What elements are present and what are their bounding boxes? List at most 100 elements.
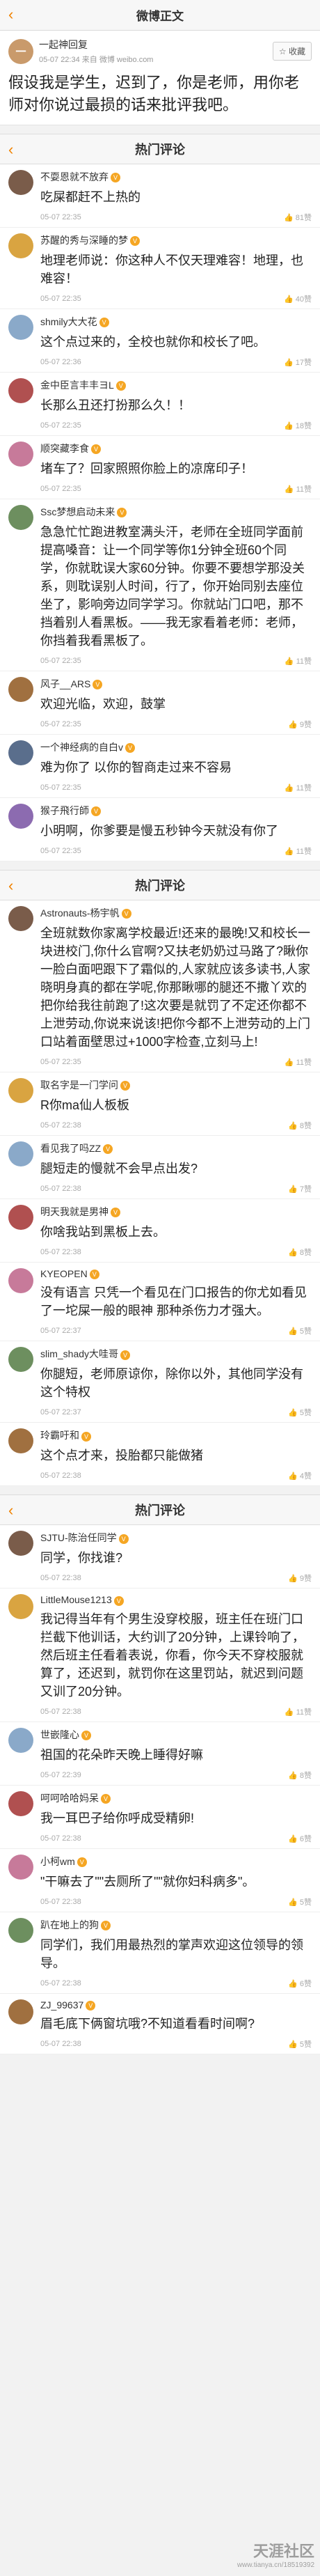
post-author[interactable]: 一起神回复 (39, 38, 273, 52)
avatar[interactable] (8, 233, 33, 258)
comment-item[interactable]: shmily大大花 V 这个点过来的，全校也就你和校长了吧。 05-07 22:36 👍… (0, 309, 320, 373)
comment-item[interactable]: Astronauts-杨宇帆 V 全班就数你家离学校最近!还来的最晚!又和校长一块进… (0, 900, 320, 1072)
avatar[interactable] (8, 1594, 33, 1620)
like-button[interactable]: 👍 40赞 (284, 293, 312, 304)
like-button[interactable]: 👍 11赞 (285, 782, 312, 793)
comment-author[interactable]: 明天我就是男神 V (40, 1205, 312, 1219)
like-button[interactable]: 👍 11赞 (285, 1056, 312, 1068)
avatar[interactable] (8, 1347, 33, 1373)
comment-item[interactable]: ZJ_99637 V 眉毛底下俩窗坑哦?不知道看看时间啊? 05-07 22:38 👍 5… (0, 1993, 320, 2054)
like-button[interactable]: 👍 17赞 (284, 357, 312, 368)
like-button[interactable]: 👍 8赞 (288, 1247, 312, 1258)
chevron-left-icon[interactable]: ‹ (8, 7, 25, 24)
avatar[interactable] (8, 378, 33, 403)
like-button[interactable]: 👍 4赞 (288, 1470, 312, 1481)
chevron-left-icon[interactable]: ‹ (8, 877, 13, 895)
comment-item[interactable]: 不耍恩就不放弃 V 吃屎都赶不上热的 05-07 22:35 👍 81赞 (0, 164, 320, 228)
comment-item[interactable]: 苏醒的秀与深睡的梦 V 地理老师说：你这种人不仅天理难容！地理，也难容！ 05-07 … (0, 228, 320, 309)
avatar[interactable] (8, 442, 33, 467)
like-button[interactable]: 👍 5赞 (288, 1325, 312, 1336)
comment-item[interactable]: 顺突藏李食 V 堵车了？回家照照你脸上的凉席印子！ 05-07 22:35 👍 11赞 (0, 436, 320, 499)
comment-item[interactable]: 取名字是一门学问 V R你ma仙人板板 05-07 22:38 👍 8赞 (0, 1072, 320, 1136)
comment-item[interactable]: KYEOPEN V 没有语言 只凭一个看见在门口报告的你尤如看见了一坨屎一般的眼神 … (0, 1263, 320, 1342)
like-button[interactable]: 👍 18赞 (284, 420, 312, 431)
comment-item[interactable]: 风子__ARS V 欢迎光临，欢迎，鼓掌 05-07 22:35 👍 9赞 (0, 671, 320, 735)
comment-item[interactable]: 金中臣言丰丰ヨL V 长那么丑还打扮那么久！！ 05-07 22:35 👍 18赞 (0, 373, 320, 436)
avatar[interactable] (8, 1790, 33, 1816)
chevron-left-icon[interactable]: ‹ (8, 1501, 13, 1520)
like-button[interactable]: 👍 5赞 (288, 2038, 312, 2050)
avatar[interactable] (8, 1854, 33, 1880)
comment-author[interactable]: 趴在地上的狗 V (40, 1918, 312, 1932)
avatar[interactable]: 一 (8, 38, 33, 64)
like-button[interactable]: 👍 7赞 (288, 1183, 312, 1194)
avatar[interactable] (8, 315, 33, 340)
avatar[interactable] (8, 906, 33, 931)
comment-item[interactable]: 玲霸吁和 V 这个点才来，投胎都只能做猪 05-07 22:38 👍 4赞 (0, 1423, 320, 1487)
avatar[interactable] (8, 1268, 33, 1293)
avatar[interactable] (8, 505, 33, 530)
comment-author[interactable]: 取名字是一门学问 V (40, 1078, 312, 1092)
like-button[interactable]: 👍 11赞 (285, 845, 312, 857)
like-button[interactable]: 👍 9赞 (288, 719, 312, 730)
avatar[interactable] (8, 804, 33, 829)
comment-item[interactable]: Ssc梦想启动未来 V 急急忙忙跑进教室满头汗，老师在全班同学面前提高嗓音：让一个同… (0, 499, 320, 671)
comment-author[interactable]: shmily大大花 V (40, 315, 312, 329)
like-button[interactable]: 👍 9赞 (288, 1572, 312, 1584)
comment-author[interactable]: 不耍恩就不放弃 V (40, 170, 312, 184)
avatar[interactable] (8, 1428, 33, 1454)
avatar[interactable] (8, 170, 33, 195)
comment-item[interactable]: 看见我了吗ZZ V 腿短走的慢就不会早点出发? 05-07 22:38 👍 7赞 (0, 1136, 320, 1199)
comment-author[interactable]: Ssc梦想启动未来 V (40, 505, 312, 519)
comment-author[interactable]: 风子__ARS V (40, 677, 312, 691)
comment-author[interactable]: 猴子飛行師 V (40, 804, 312, 818)
comment-item[interactable]: 趴在地上的狗 V 同学们，我们用最热烈的掌声欢迎这位领导的领导。 05-07 22:3… (0, 1912, 320, 1994)
comment-author[interactable]: 呵呵哈哈妈呆 V (40, 1791, 312, 1805)
comment-item[interactable]: SJTU-陈治任同学 V 同学，你找谁? 05-07 22:38 👍 9赞 (0, 1525, 320, 1589)
avatar[interactable] (8, 677, 33, 702)
avatar[interactable] (8, 1141, 33, 1166)
like-button[interactable]: 👍 11赞 (285, 483, 312, 494)
chevron-left-icon[interactable]: ‹ (8, 141, 13, 159)
comment-item[interactable]: 明天我就是男神 V 你啥我站到黑板上去。 05-07 22:38 👍 8赞 (0, 1199, 320, 1263)
like-button[interactable]: 👍 8赞 (288, 1120, 312, 1131)
comment-author[interactable]: 顺突藏李食 V (40, 442, 312, 455)
comment-author[interactable]: ZJ_99637 V (40, 1999, 312, 2011)
favorite-button[interactable]: ☆ 收藏 (272, 42, 312, 61)
comment-item[interactable]: 一个神经病的自白v V 难为你了 以你的智商走过来不容易 05-07 22:35 👍 11… (0, 735, 320, 798)
comment-author[interactable]: 看见我了吗ZZ V (40, 1141, 312, 1155)
comment-author[interactable]: 一个神经病的自白v V (40, 740, 312, 754)
comment-author[interactable]: SJTU-陈治任同学 V (40, 1531, 312, 1545)
comment-author[interactable]: slim_shady大哇哥 V (40, 1347, 312, 1361)
like-button[interactable]: 👍 81赞 (284, 212, 312, 223)
comment-author[interactable]: Astronauts-杨宇帆 V (40, 906, 312, 920)
like-button[interactable]: 👍 5赞 (288, 1407, 312, 1418)
avatar[interactable] (8, 1727, 33, 1753)
comment-author[interactable]: 小柯wm V (40, 1855, 312, 1868)
comment-item[interactable]: LittleMouse1213 V 我记得当年有个男生没穿校服，班主任在班门口拦截下… (0, 1588, 320, 1722)
comment-author[interactable]: LittleMouse1213 V (40, 1594, 312, 1606)
comment-item[interactable]: 世嵌隆心 V 祖国的花朵昨天晚上睡得好嘛 05-07 22:39 👍 8赞 (0, 1722, 320, 1786)
like-button[interactable]: 👍 6赞 (288, 1833, 312, 1844)
avatar[interactable] (8, 1531, 33, 1556)
comment-item[interactable]: slim_shady大哇哥 V 你腿短，老师原谅你，除你以外，其他同学没有这个特权 0… (0, 1341, 320, 1423)
like-button[interactable]: 👍 11赞 (285, 655, 312, 666)
comment-item[interactable]: 小柯wm V "干嘛去了""去厕所了""就你妇科病多"。 05-07 22:38 👍 5赞 (0, 1848, 320, 1912)
thumbs-up-icon: 👍 (288, 1122, 298, 1130)
comment-author[interactable]: 世嵌隆心 V (40, 1728, 312, 1742)
like-button[interactable]: 👍 6赞 (288, 1978, 312, 1989)
avatar[interactable] (8, 1999, 33, 2024)
comment-item[interactable]: 猴子飛行師 V 小明啊，你爹要是慢五秒钟今天就没有你了 05-07 22:35 👍 11赞 (0, 798, 320, 861)
comment-author[interactable]: 金中臣言丰丰ヨL V (40, 378, 312, 392)
comment-author[interactable]: 玲霸吁和 V (40, 1428, 312, 1442)
like-button[interactable]: 👍 5赞 (288, 1896, 312, 1907)
avatar[interactable] (8, 1205, 33, 1230)
comment-item[interactable]: 呵呵哈哈妈呆 V 我一耳巴子给你呼成受精卵! 05-07 22:38 👍 6赞 (0, 1785, 320, 1849)
comment-author[interactable]: 苏醒的秀与深睡的梦 V (40, 233, 312, 247)
like-button[interactable]: 👍 11赞 (285, 1706, 312, 1717)
comment-author[interactable]: KYEOPEN V (40, 1268, 312, 1280)
like-button[interactable]: 👍 8赞 (288, 1770, 312, 1781)
avatar[interactable] (8, 740, 33, 765)
avatar[interactable] (8, 1917, 33, 1943)
avatar[interactable] (8, 1078, 33, 1103)
